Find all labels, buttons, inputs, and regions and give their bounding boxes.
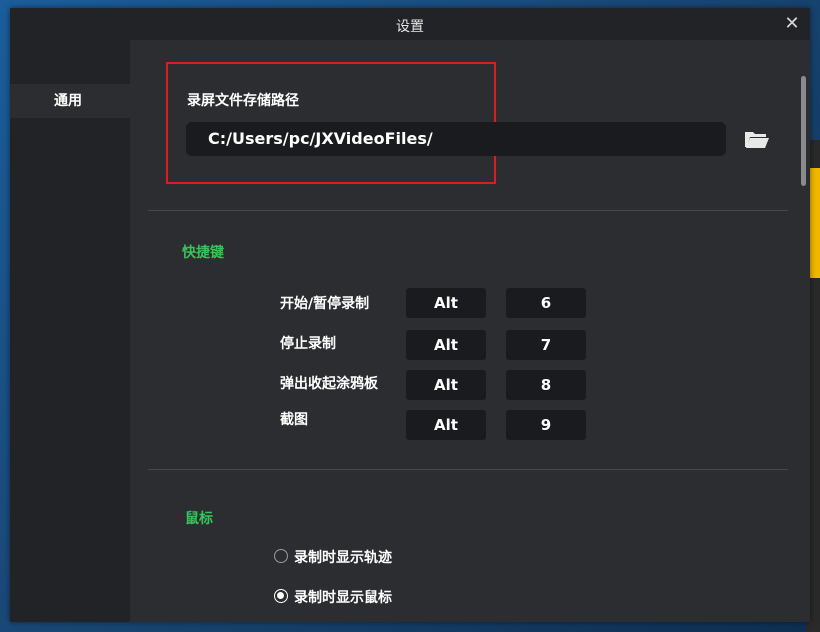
divider [148, 469, 788, 470]
radio-show-cursor-label: 录制时显示鼠标 [294, 590, 392, 606]
hotkey-label-start-pause: 开始/暂停录制 [280, 296, 370, 312]
settings-content: 录屏文件存储路径 C:/Users/pc/JXVideoFiles/ 快捷键 开… [130, 40, 810, 622]
radio-show-trail-label: 录制时显示轨迹 [294, 550, 392, 566]
hotkey-label-screenshot: 截图 [280, 412, 308, 428]
hotkeys-section-label: 快捷键 [182, 245, 224, 261]
storage-path-field[interactable]: C:/Users/pc/JXVideoFiles/ [186, 122, 726, 156]
divider [148, 210, 788, 211]
hotkey-key-stop[interactable]: 7 [506, 330, 586, 360]
close-icon[interactable]: ✕ [780, 12, 804, 36]
mouse-section-label: 鼠标 [185, 511, 213, 527]
hotkey-label-stop: 停止录制 [280, 336, 336, 352]
settings-window: 设置 ✕ 通用 录屏文件存储路径 C:/Users/pc/JXVideoFile… [10, 8, 810, 622]
hotkey-modifier-start-pause[interactable]: Alt [406, 288, 486, 318]
hotkey-modifier-doodle-board[interactable]: Alt [406, 370, 486, 400]
radio-checked-icon[interactable] [274, 589, 288, 603]
title-bar: 设置 ✕ [10, 8, 810, 40]
hotkey-modifier-screenshot[interactable]: Alt [406, 410, 486, 440]
hotkey-key-doodle-board[interactable]: 8 [506, 370, 586, 400]
sidebar: 通用 [10, 40, 130, 622]
window-title: 设置 [396, 19, 424, 35]
radio-unchecked-icon[interactable] [274, 549, 288, 563]
hotkey-label-doodle-board: 弹出收起涂鸦板 [280, 376, 378, 392]
scrollbar[interactable] [801, 76, 806, 186]
hotkey-key-screenshot[interactable]: 9 [506, 410, 586, 440]
hotkey-key-start-pause[interactable]: 6 [506, 288, 586, 318]
sidebar-item-general[interactable]: 通用 [10, 84, 130, 118]
hotkey-modifier-stop[interactable]: Alt [406, 330, 486, 360]
folder-open-icon[interactable] [744, 128, 770, 150]
storage-path-label: 录屏文件存储路径 [187, 93, 299, 109]
